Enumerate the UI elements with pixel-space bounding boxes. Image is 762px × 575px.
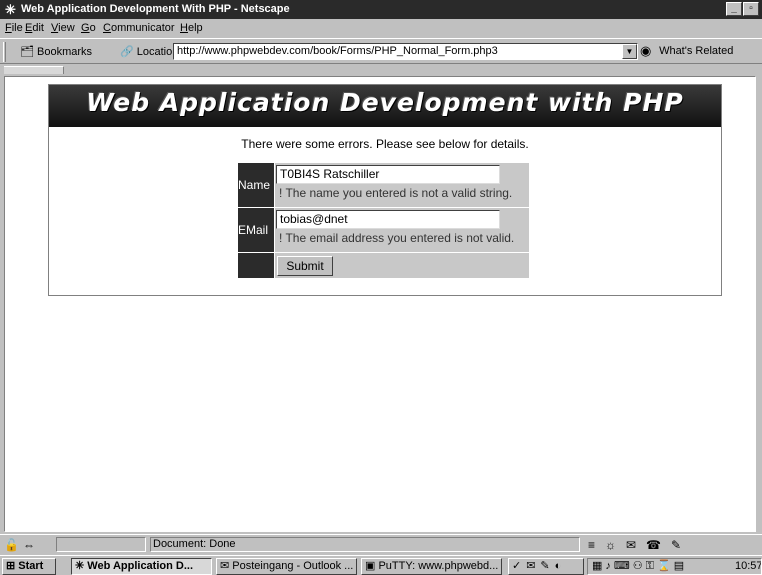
email-input[interactable]: tobias@dnet	[276, 210, 500, 229]
bookmark-icon: 🗂	[20, 46, 34, 58]
menu-communicator[interactable]: Communicator	[103, 22, 175, 34]
task-label: PuTTY: www.phpwebd...	[378, 560, 499, 572]
task-button-outlook[interactable]: ✉ Posteingang - Outlook ...	[216, 558, 357, 575]
task-button-netscape[interactable]: ✳ Web Application D...	[71, 558, 212, 575]
menu-edit[interactable]: Edit	[25, 22, 44, 34]
collapsed-toolbar-tab[interactable]	[4, 66, 64, 74]
url-input[interactable]: http://www.phpwebdev.com/book/Forms/PHP_…	[173, 43, 638, 60]
windows-logo-icon: ⊞	[6, 560, 16, 572]
bookmarks-label: Bookmarks	[37, 46, 93, 58]
name-label: Name	[238, 163, 274, 207]
submit-cell: Submit	[275, 253, 529, 278]
menu-bar: File Edit View Go Communicator Help	[0, 19, 762, 37]
location-icon: 🔗	[120, 46, 134, 58]
netscape-task-icon: ✳	[75, 560, 85, 572]
netscape-icon: ✳	[5, 2, 16, 17]
submit-button[interactable]: Submit	[277, 256, 333, 276]
toolbar-grip[interactable]	[3, 42, 6, 62]
name-error: ! The name you entered is not a valid st…	[279, 186, 513, 200]
start-label: Start	[18, 560, 44, 572]
name-input[interactable]: T0BI4S Ratschiller	[276, 165, 500, 184]
page-banner: Web Application Development with PHP	[49, 85, 721, 127]
start-button[interactable]: ⊞ Start	[2, 558, 56, 575]
task-button-putty[interactable]: ▣ PuTTY: www.phpwebd...	[361, 558, 502, 575]
menu-go[interactable]: Go	[81, 22, 96, 34]
outlook-task-icon: ✉	[220, 560, 230, 572]
email-error: ! The email address you entered is not v…	[279, 231, 515, 245]
system-tray: ▦♪⌨⚇⚿⌛▤ 10:57	[587, 558, 762, 575]
quick-launch-icons[interactable]: ✓✉✎◐	[508, 558, 584, 575]
submit-row-label	[238, 253, 274, 278]
window-titlebar[interactable]: ✳ Web Application Development With PHP -…	[0, 0, 762, 19]
whats-related-button[interactable]: ◉ What's Related	[640, 43, 733, 59]
minimize-button[interactable]: _	[726, 2, 742, 16]
status-text: Document: Done	[150, 537, 580, 552]
tray-icons[interactable]: ▦♪⌨⚇⚿⌛▤	[592, 559, 687, 574]
restore-button[interactable]: ▫	[743, 2, 759, 16]
error-summary: There were some errors. Please see below…	[241, 137, 529, 151]
url-dropdown-button[interactable]: ▼	[622, 44, 637, 59]
menu-help[interactable]: Help	[180, 22, 203, 34]
clock[interactable]: 10:57	[735, 559, 761, 574]
window-title: Web Application Development With PHP - N…	[21, 3, 290, 15]
chevron-down-icon: ▼	[625, 47, 634, 56]
related-icon: ◉	[640, 43, 652, 58]
email-label: EMail	[238, 208, 274, 252]
form-table: Name T0BI4S Ratschiller ! The name you e…	[238, 163, 530, 279]
banner-title: Web Application Development with PHP	[86, 88, 684, 117]
location-toolbar: 🗂 Bookmarks 🔗 Location: http://www.phpwe…	[0, 38, 762, 64]
security-icon[interactable]: 🔓⇔	[4, 538, 39, 552]
name-cell: T0BI4S Ratschiller ! The name you entere…	[275, 163, 529, 207]
menu-file[interactable]: File	[5, 22, 23, 34]
email-cell: tobias@dnet ! The email address you ente…	[275, 208, 529, 252]
whats-related-label: What's Related	[659, 44, 734, 57]
toolbar-tabstrip	[0, 65, 762, 75]
component-bar-icons[interactable]: ≡☼✉☎✎	[588, 538, 691, 552]
windows-taskbar: ⊞ Start ✳ Web Application D... ✉ Postein…	[0, 555, 762, 575]
page-viewport: Web Application Development with PHP The…	[4, 76, 756, 532]
putty-task-icon: ▣	[365, 560, 376, 572]
menu-view[interactable]: View	[51, 22, 75, 34]
status-bar: 🔓⇔ Document: Done ≡☼✉☎✎	[0, 534, 762, 554]
page-content-box: Web Application Development with PHP The…	[48, 84, 722, 296]
task-label: Posteingang - Outlook ...	[232, 560, 354, 572]
progress-indicator	[56, 537, 146, 552]
bookmarks-button[interactable]: 🗂 Bookmarks	[20, 45, 92, 58]
task-label: Web Application D...	[87, 560, 194, 572]
